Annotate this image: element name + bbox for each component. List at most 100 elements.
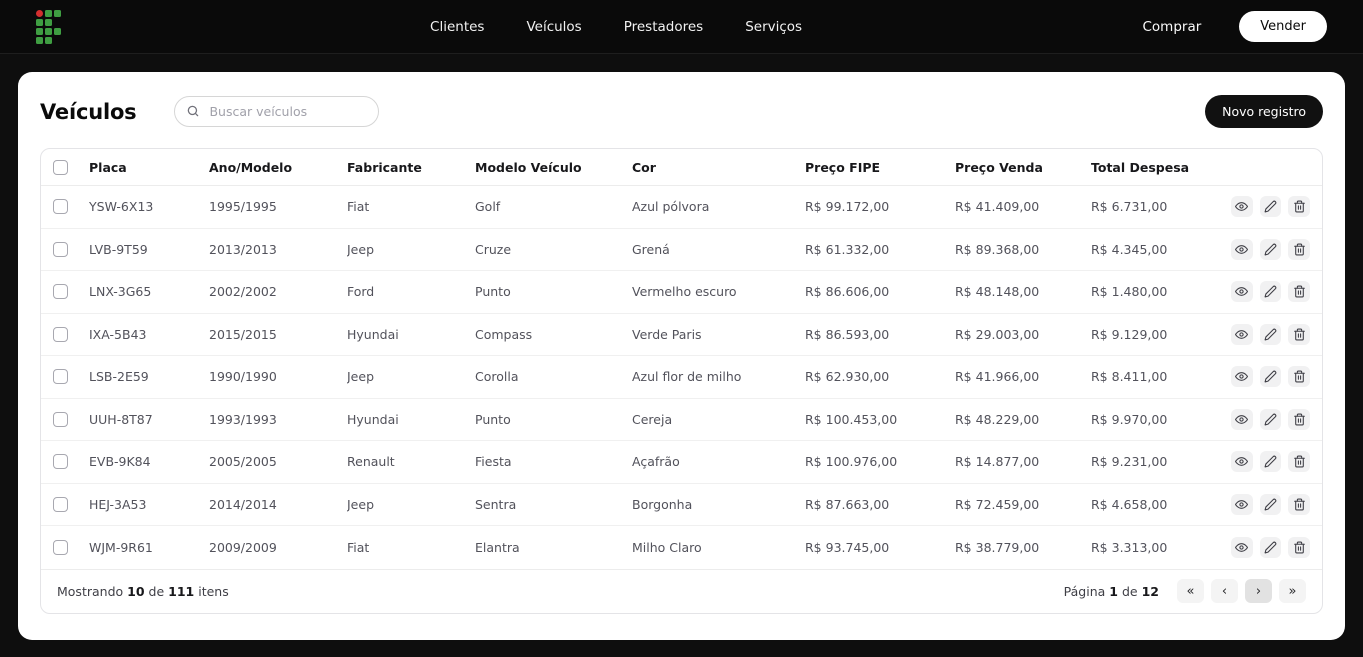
row-checkbox[interactable] bbox=[53, 369, 68, 385]
cell-ano-modelo: 2014/2014 bbox=[209, 496, 277, 512]
cell-total-despesa: R$ 9.129,00 bbox=[1091, 326, 1168, 342]
edit-button[interactable] bbox=[1259, 196, 1282, 218]
view-button[interactable] bbox=[1231, 536, 1253, 558]
first-page-button[interactable]: « bbox=[1177, 579, 1204, 603]
delete-button[interactable] bbox=[1288, 408, 1310, 430]
delete-button[interactable] bbox=[1288, 238, 1310, 260]
column-header-preco-venda: Preço Venda bbox=[955, 159, 1043, 175]
row-checkbox[interactable] bbox=[53, 241, 68, 257]
column-header-ano-modelo: Ano/Modelo bbox=[209, 159, 293, 175]
cell-preco-venda: R$ 41.966,00 bbox=[955, 369, 1040, 385]
cell-modelo: Punto bbox=[475, 284, 511, 300]
cell-modelo: Elantra bbox=[475, 539, 520, 555]
edit-button[interactable] bbox=[1259, 408, 1282, 430]
nav-item-prestadores[interactable]: Prestadores bbox=[624, 19, 703, 35]
cell-cor: Açafrão bbox=[632, 454, 680, 470]
delete-button[interactable] bbox=[1288, 281, 1310, 303]
trash-icon bbox=[1293, 285, 1305, 298]
showing-count: 10 bbox=[127, 583, 145, 599]
table-row: LNX-3G65 2002/2002 Ford Punto Vermelho e… bbox=[41, 271, 1322, 314]
row-actions bbox=[1231, 451, 1322, 473]
view-button[interactable] bbox=[1231, 281, 1253, 303]
showing-total: 111 bbox=[168, 583, 195, 599]
edit-button[interactable] bbox=[1259, 493, 1282, 515]
table-header-row: Placa Ano/Modelo Fabricante Modelo Veícu… bbox=[41, 149, 1322, 186]
view-button[interactable] bbox=[1231, 408, 1253, 430]
page-of: de bbox=[1121, 583, 1138, 599]
row-checkbox[interactable] bbox=[53, 284, 68, 300]
trash-icon bbox=[1293, 455, 1305, 468]
pencil-icon bbox=[1264, 285, 1277, 298]
select-all-cell bbox=[41, 159, 89, 175]
table-row: EVB-9K84 2005/2005 Renault Fiesta Açafrã… bbox=[41, 441, 1322, 484]
row-checkbox[interactable] bbox=[53, 539, 68, 555]
edit-button[interactable] bbox=[1259, 281, 1282, 303]
card-header: Veículos Novo registro bbox=[40, 95, 1323, 128]
nav-item-veiculos[interactable]: Veículos bbox=[526, 19, 581, 35]
view-button[interactable] bbox=[1231, 323, 1253, 345]
trash-icon bbox=[1293, 498, 1305, 511]
row-actions bbox=[1231, 238, 1322, 260]
view-button[interactable] bbox=[1231, 238, 1253, 260]
select-all-checkbox[interactable] bbox=[53, 159, 68, 175]
last-page-button[interactable]: » bbox=[1279, 579, 1306, 603]
row-checkbox-cell bbox=[41, 369, 89, 385]
edit-button[interactable] bbox=[1259, 323, 1282, 345]
table-row: UUH-8T87 1993/1993 Hyundai Punto Cereja … bbox=[41, 399, 1322, 441]
row-checkbox[interactable] bbox=[53, 199, 68, 215]
search-box bbox=[174, 96, 380, 127]
delete-button[interactable] bbox=[1288, 366, 1310, 388]
row-checkbox[interactable] bbox=[53, 454, 68, 470]
prev-page-button[interactable]: ‹ bbox=[1211, 579, 1238, 603]
edit-button[interactable] bbox=[1259, 451, 1282, 473]
pencil-icon bbox=[1264, 541, 1277, 554]
cell-preco-venda: R$ 89.368,00 bbox=[955, 241, 1040, 257]
cell-preco-fipe: R$ 61.332,00 bbox=[805, 241, 890, 257]
edit-button[interactable] bbox=[1259, 366, 1282, 388]
row-checkbox-cell bbox=[41, 284, 89, 300]
new-record-button[interactable]: Novo registro bbox=[1205, 95, 1323, 128]
view-button[interactable] bbox=[1231, 451, 1253, 473]
page-prefix: Página bbox=[1063, 583, 1106, 599]
cell-ano-modelo: 2015/2015 bbox=[209, 326, 277, 342]
view-button[interactable] bbox=[1231, 366, 1253, 388]
delete-button[interactable] bbox=[1288, 451, 1310, 473]
cell-cor: Vermelho escuro bbox=[632, 284, 737, 300]
search-input[interactable] bbox=[174, 96, 380, 127]
cell-preco-venda: R$ 72.459,00 bbox=[955, 496, 1040, 512]
cell-total-despesa: R$ 4.345,00 bbox=[1091, 241, 1168, 257]
edit-button[interactable] bbox=[1259, 536, 1282, 558]
row-checkbox[interactable] bbox=[53, 411, 68, 427]
pencil-icon bbox=[1264, 455, 1277, 468]
row-checkbox[interactable] bbox=[53, 496, 68, 512]
comprar-link[interactable]: Comprar bbox=[1143, 19, 1202, 35]
delete-button[interactable] bbox=[1288, 493, 1310, 515]
row-actions bbox=[1231, 536, 1322, 558]
view-button[interactable] bbox=[1231, 196, 1253, 218]
eye-icon bbox=[1235, 244, 1249, 254]
nav-item-clientes[interactable]: Clientes bbox=[430, 19, 484, 35]
cell-placa: LSB-2E59 bbox=[89, 369, 149, 385]
pagination-group: Página 1 de 12 « ‹ › » bbox=[1064, 579, 1306, 603]
view-button[interactable] bbox=[1231, 493, 1253, 515]
delete-button[interactable] bbox=[1288, 196, 1310, 218]
delete-button[interactable] bbox=[1288, 536, 1310, 558]
cell-ano-modelo: 2009/2009 bbox=[209, 539, 277, 555]
column-header-placa: Placa bbox=[89, 159, 127, 175]
nav-item-servicos[interactable]: Serviços bbox=[745, 19, 802, 35]
nav-links: Clientes Veículos Prestadores Serviços bbox=[430, 19, 802, 35]
cell-placa: YSW-6X13 bbox=[89, 199, 154, 215]
delete-button[interactable] bbox=[1288, 323, 1310, 345]
next-page-button[interactable]: › bbox=[1245, 579, 1272, 603]
cell-preco-fipe: R$ 93.745,00 bbox=[805, 539, 890, 555]
if-logo-icon[interactable] bbox=[36, 9, 61, 44]
page-title: Veículos bbox=[40, 99, 137, 124]
edit-button[interactable] bbox=[1259, 238, 1282, 260]
vehicles-table: Placa Ano/Modelo Fabricante Modelo Veícu… bbox=[40, 148, 1323, 614]
vender-button[interactable]: Vender bbox=[1239, 11, 1327, 42]
cell-modelo: Cruze bbox=[475, 241, 512, 257]
row-checkbox[interactable] bbox=[53, 326, 68, 342]
cell-preco-venda: R$ 29.003,00 bbox=[955, 326, 1040, 342]
showing-of: de bbox=[148, 583, 165, 599]
table-row: LSB-2E59 1990/1990 Jeep Corolla Azul flo… bbox=[41, 356, 1322, 399]
